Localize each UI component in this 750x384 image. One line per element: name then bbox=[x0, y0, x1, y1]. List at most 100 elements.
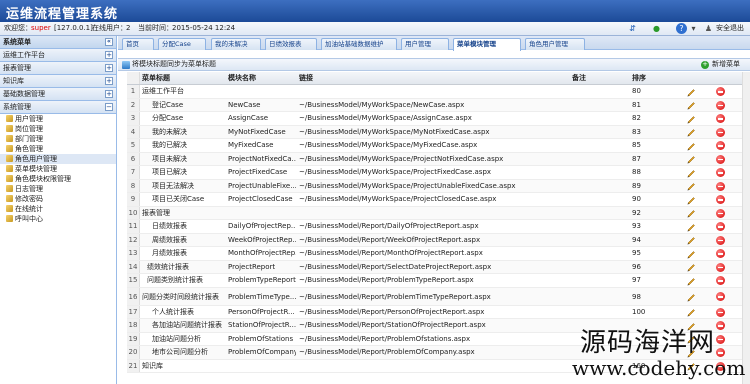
edit-icon[interactable] bbox=[686, 307, 696, 317]
table-row[interactable]: 6 项目未解决 ProjectNotFixedCa... ~/BusinessMode… bbox=[127, 152, 742, 166]
sidebar-menu-item[interactable]: 修改密码 bbox=[0, 194, 116, 204]
logout-link[interactable]: 安全退出 bbox=[716, 22, 744, 35]
column-header[interactable]: 备注 bbox=[572, 72, 586, 84]
sidebar-menu-item[interactable]: 日志管理 bbox=[0, 184, 116, 194]
table-row[interactable]: 1 运维工作平台 80 bbox=[127, 85, 742, 99]
sidebar-group[interactable]: 系统管理 − bbox=[0, 101, 116, 114]
help-icon[interactable]: ? bbox=[676, 23, 687, 34]
delete-icon[interactable] bbox=[716, 249, 725, 259]
table-row[interactable]: 15 问题类别统计报表 ProblemTypeReport ~/BusinessMod… bbox=[127, 274, 742, 288]
collapse-icon[interactable]: « bbox=[105, 38, 113, 46]
tab[interactable]: 菜单模块管理 bbox=[453, 38, 521, 51]
table-row[interactable]: 13 月绩效报表 MonthOfProjectRep... ~/BusinessMod… bbox=[127, 247, 742, 261]
edit-icon[interactable] bbox=[686, 195, 696, 205]
tab[interactable]: 角色用户管理 bbox=[525, 38, 585, 50]
edit-icon[interactable] bbox=[686, 114, 696, 124]
table-row[interactable]: 9 项目已关闭Case ProjectClosedCase ~/BusinessMod… bbox=[127, 193, 742, 207]
tab[interactable]: 分配Case bbox=[158, 38, 206, 50]
edit-icon[interactable] bbox=[686, 249, 696, 259]
table-row[interactable]: 8 项目无法解决 ProjectUnableFixe... ~/BusinessMod… bbox=[127, 179, 742, 193]
edit-icon[interactable] bbox=[686, 141, 696, 151]
sync-titles-button[interactable]: 将模块标题同步为菜单标题 bbox=[132, 59, 216, 70]
tab[interactable]: 我的未解决 bbox=[211, 38, 261, 50]
table-row[interactable]: 11 日绩效报表 DailyOfProjectRep... ~/BusinessMod… bbox=[127, 220, 742, 234]
sidebar-group-label: 系统管理 bbox=[3, 103, 31, 111]
column-header[interactable]: 模块名称 bbox=[228, 72, 256, 84]
cell-sort: 96 bbox=[632, 262, 641, 271]
edit-icon[interactable] bbox=[686, 262, 696, 272]
add-menu-button[interactable]: 新增菜单 bbox=[712, 59, 740, 70]
edit-icon[interactable] bbox=[686, 87, 696, 97]
chevron-down-icon[interactable]: ▾ bbox=[688, 23, 699, 34]
expand-toggle-icon[interactable]: − bbox=[105, 103, 113, 111]
column-header[interactable]: 链接 bbox=[299, 72, 313, 84]
edit-icon[interactable] bbox=[686, 181, 696, 191]
info-bar: 欢迎您： super [127.0.0.1] 在线用户： 2 当前时间： 201… bbox=[0, 22, 750, 36]
sidebar-menu-item[interactable]: 菜单模块管理 bbox=[0, 164, 116, 174]
edit-icon[interactable] bbox=[686, 208, 696, 218]
tab[interactable]: 日绩效报表 bbox=[265, 38, 317, 50]
delete-icon[interactable] bbox=[716, 181, 725, 191]
edit-icon[interactable] bbox=[686, 154, 696, 164]
sidebar-menu-item[interactable]: 岗位管理 bbox=[0, 124, 116, 134]
edit-icon[interactable] bbox=[686, 276, 696, 286]
table-row[interactable]: 10 报表管理 92 bbox=[127, 206, 742, 220]
edit-icon[interactable] bbox=[686, 292, 696, 302]
delete-icon[interactable] bbox=[716, 276, 725, 286]
sidebar-group[interactable]: 报表管理 + bbox=[0, 62, 116, 75]
table-row[interactable]: 2 登记Case NewCase ~/BusinessModel/MyWorkSpac… bbox=[127, 98, 742, 112]
sidebar-menu-item[interactable]: 角色模块权限管理 bbox=[0, 174, 116, 184]
tab[interactable]: 加油站基础数据维护 bbox=[321, 38, 397, 50]
sidebar-menu-item[interactable]: 在线统计 bbox=[0, 204, 116, 214]
sidebar-menu-item[interactable]: 用户管理 bbox=[0, 114, 116, 124]
expand-toggle-icon[interactable]: + bbox=[105, 77, 113, 85]
edit-icon[interactable] bbox=[686, 168, 696, 178]
delete-icon[interactable] bbox=[716, 292, 725, 301]
delete-icon[interactable] bbox=[716, 141, 725, 151]
sidebar-group[interactable]: 知识库 + bbox=[0, 75, 116, 88]
table-row[interactable]: 16 问题分类时间段统计报表 ProblemTimeType... ~/Busines… bbox=[127, 287, 742, 306]
add-icon[interactable]: + bbox=[701, 61, 709, 69]
table-row[interactable]: 14 绩效统计报表 ProjectReport ~/BusinessModel/Rep… bbox=[127, 260, 742, 274]
delete-icon[interactable] bbox=[716, 307, 725, 317]
table-row[interactable]: 5 我的已解决 MyFixedCase ~/BusinessModel/MyWorkS… bbox=[127, 139, 742, 153]
edit-icon[interactable] bbox=[686, 235, 696, 245]
delete-icon[interactable] bbox=[716, 262, 725, 272]
delete-icon[interactable] bbox=[716, 235, 725, 245]
expand-toggle-icon[interactable]: + bbox=[105, 90, 113, 98]
sync-icon[interactable] bbox=[122, 61, 130, 69]
sidebar-group[interactable]: 基础数据管理 + bbox=[0, 88, 116, 101]
delete-icon[interactable] bbox=[716, 87, 725, 97]
sidebar-menu-item[interactable]: 部门管理 bbox=[0, 134, 116, 144]
cell-module: WeekOfProjectRep... bbox=[228, 235, 296, 244]
table-row[interactable]: 12 周绩效报表 WeekOfProjectRep... ~/BusinessMode… bbox=[127, 233, 742, 247]
table-row[interactable]: 4 我的未解决 MyNotFixedCase ~/BusinessModel/MyWo… bbox=[127, 125, 742, 139]
expand-toggle-icon[interactable]: + bbox=[105, 64, 113, 72]
delete-icon[interactable] bbox=[716, 127, 725, 137]
delete-icon[interactable] bbox=[716, 208, 725, 218]
delete-icon[interactable] bbox=[716, 195, 725, 205]
edit-icon[interactable] bbox=[686, 100, 696, 110]
edit-icon[interactable] bbox=[686, 222, 696, 232]
table-row[interactable]: 7 项目已解决 ProjectFixedCase ~/BusinessModel/My… bbox=[127, 166, 742, 180]
edit-icon[interactable] bbox=[686, 127, 696, 137]
expand-toggle-icon[interactable]: + bbox=[105, 51, 113, 59]
refresh-icon[interactable]: ⇵ bbox=[627, 23, 638, 34]
delete-icon[interactable] bbox=[716, 222, 725, 232]
delete-icon[interactable] bbox=[716, 114, 725, 124]
sidebar-group[interactable]: 运维工作平台 + bbox=[0, 49, 116, 62]
delete-icon[interactable] bbox=[716, 168, 725, 178]
column-header[interactable]: 菜单标题 bbox=[142, 72, 170, 84]
sidebar-menu-item[interactable]: 角色管理 bbox=[0, 144, 116, 154]
tab[interactable]: 用户管理 bbox=[401, 38, 449, 50]
column-header[interactable]: 排序 bbox=[632, 72, 646, 84]
grid-header-row: 菜单标题 模块名称 链接 备注 排序 bbox=[127, 72, 742, 85]
tab[interactable]: 首页 bbox=[122, 38, 154, 50]
chat-icon[interactable]: ● bbox=[651, 23, 662, 34]
delete-icon[interactable] bbox=[716, 100, 725, 110]
sidebar-menu-item[interactable]: 角色用户管理 bbox=[0, 154, 116, 164]
sidebar-menu-item[interactable]: 呼叫中心 bbox=[0, 214, 116, 224]
delete-icon[interactable] bbox=[716, 154, 725, 164]
table-row[interactable]: 17 个人统计报表 PersonOfProjectR... ~/BusinessMod… bbox=[127, 305, 742, 319]
table-row[interactable]: 3 分配Case AssignCase ~/BusinessModel/MyWorkS… bbox=[127, 112, 742, 126]
